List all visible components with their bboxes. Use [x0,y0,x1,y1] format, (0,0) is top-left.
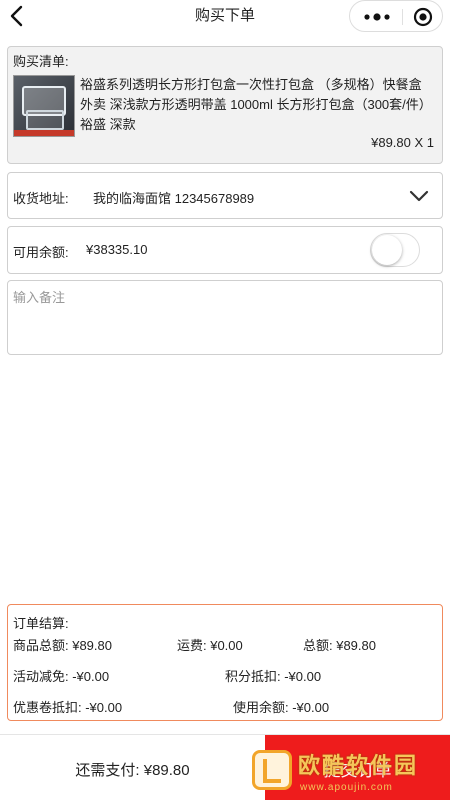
watermark-text: 欧酷软件园 [298,753,419,778]
close-miniprogram-icon[interactable] [413,7,433,27]
points-deduction: 积分抵扣: -¥0.00 [225,669,322,684]
balance-value: ¥38335.10 [86,242,148,257]
balance-row: 可用余额: ¥38335.10 [7,226,443,274]
product-image [13,75,75,137]
watermark-url: www.apoujin.com [300,782,393,793]
amount-due: 还需支付: ¥89.80 [75,762,190,779]
coupon-deduction: 优惠卷抵扣: -¥0.00 [13,700,123,715]
capsule-divider [402,9,403,25]
address-selector[interactable]: 收货地址: 我的临海面馆 12345678989 [7,172,443,219]
navbar: 购买下单 [0,0,450,40]
order-summary: 订单结算: 商品总额: ¥89.80 运费: ¥0.00 总额: ¥89.80 … [7,604,443,721]
product-price-qty: ¥89.80 X 1 [371,135,434,150]
goods-total: 商品总额: ¥89.80 [13,638,112,653]
watermark-logo [252,750,292,790]
order-total: 总额: ¥89.80 [303,638,376,653]
balance-label: 可用余额: [13,245,69,260]
use-balance-toggle[interactable] [370,233,420,267]
address-value: 我的临海面馆 12345678989 [93,191,255,206]
address-label: 收货地址: [13,191,69,206]
chevron-down-icon[interactable] [408,187,430,205]
note-input[interactable] [13,287,437,348]
cart-card: 购买清单: 裕盛系列透明长方形打包盒一次性打包盒 （多规格）快餐盒 外卖 深浅款… [7,46,443,164]
cart-heading: 购买清单: [13,54,69,69]
product-name: 裕盛系列透明长方形打包盒一次性打包盒 （多规格）快餐盒 外卖 深浅款方形透明带盖… [80,77,432,132]
note-box [7,280,443,355]
toggle-knob [372,235,402,265]
more-icon[interactable] [362,9,392,25]
promo-discount: 活动减免: -¥0.00 [13,669,110,684]
summary-title: 订单结算: [13,616,69,631]
shipping-fee: 运费: ¥0.00 [177,638,243,653]
watermark: 欧酷软件园 www.apoujin.com [252,748,448,798]
balance-deduction: 使用余额: -¥0.00 [233,700,330,715]
mini-program-capsule [349,0,443,32]
